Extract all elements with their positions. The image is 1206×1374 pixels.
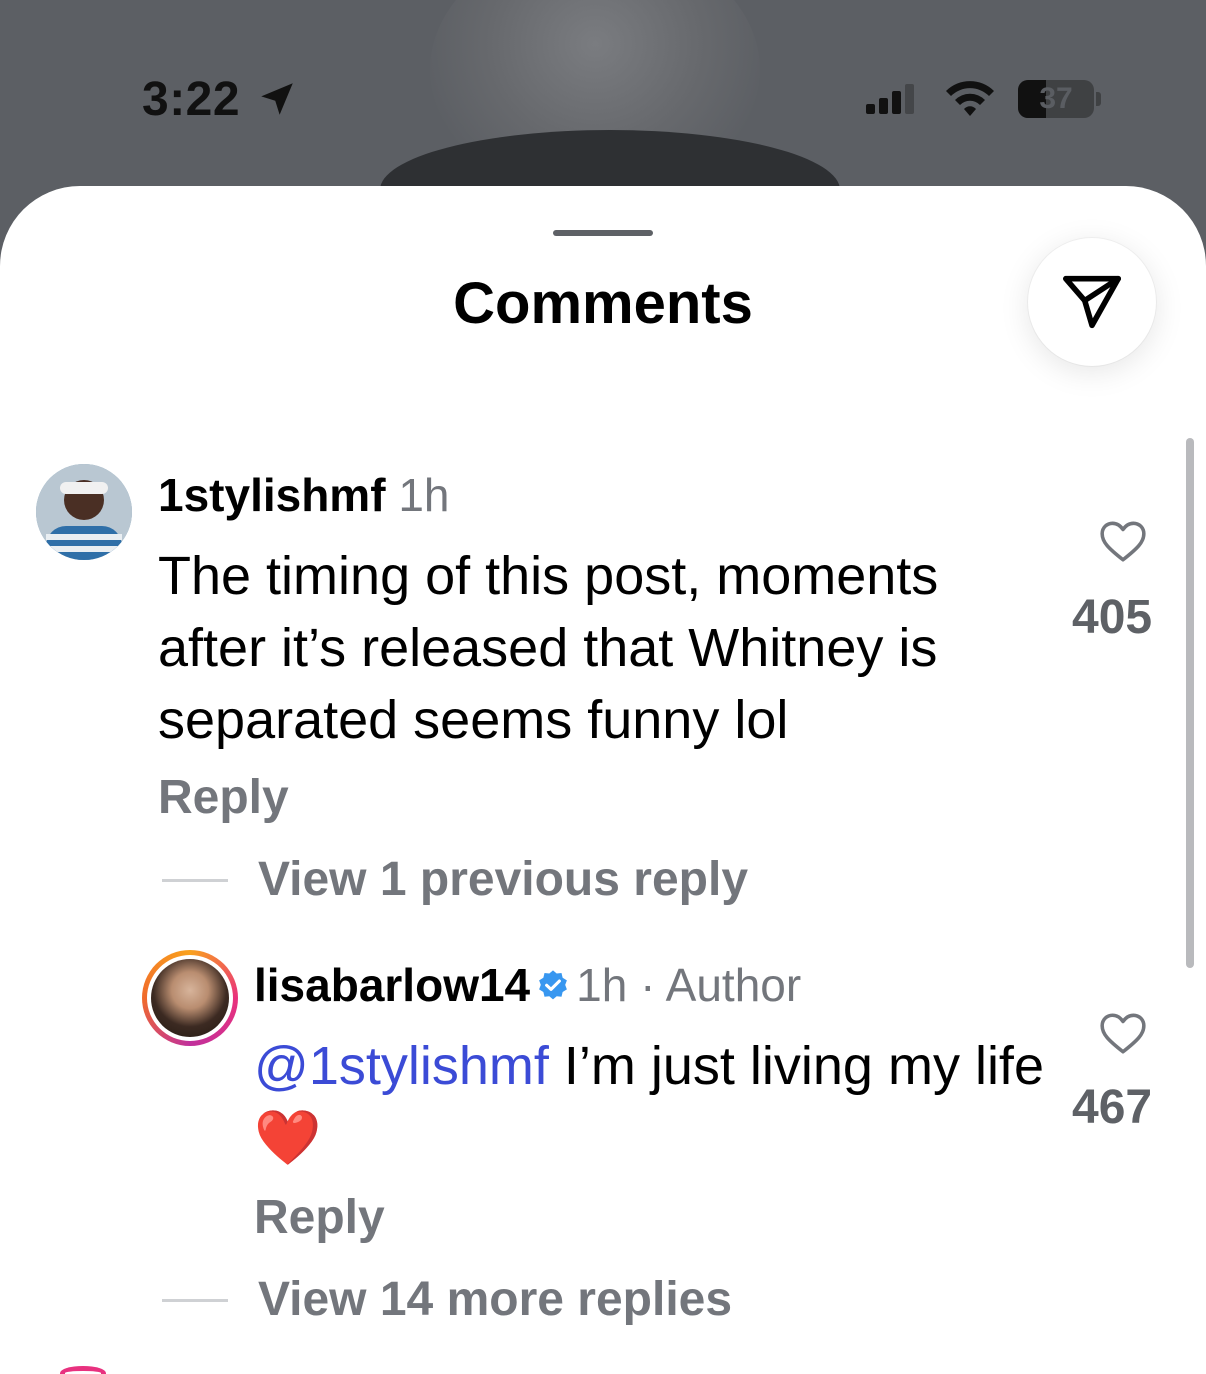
comment-text: The timing of this post, moments after i… [158, 546, 939, 750]
cellular-signal-icon [866, 84, 914, 114]
reply-button[interactable]: Reply [254, 1190, 385, 1245]
comment-username-line: lisabarlow14 1h · Author [254, 958, 801, 1012]
avatar-image [36, 464, 132, 560]
like-count: 467 [1072, 1081, 1153, 1134]
sheet-grabber-handle[interactable] [553, 230, 653, 236]
comment-timestamp-author: 1h · Author [576, 959, 802, 1011]
battery-indicator: 37 [1018, 80, 1094, 118]
share-button[interactable] [1028, 238, 1156, 366]
wifi-icon [946, 81, 994, 116]
comment-username[interactable]: lisabarlow14 [254, 959, 530, 1011]
avatar [147, 955, 233, 1041]
sheet-title: Comments [453, 271, 753, 336]
thread-line [162, 1299, 228, 1302]
comment-text: I’m just living my life [548, 1036, 1044, 1096]
heart-icon[interactable] [1098, 1010, 1148, 1056]
comment-text-container: @1stylishmf I’m just living my life ❤️ [254, 1030, 1064, 1174]
screen: 3:22 37 Comments 1stylishmf 1h The timin… [0, 0, 1206, 1374]
status-bar: 3:22 37 [0, 0, 1206, 190]
view-previous-replies[interactable]: View 1 previous reply [0, 852, 1206, 912]
battery-percent: 37 [1039, 82, 1073, 115]
verified-badge-icon [539, 970, 568, 1000]
location-arrow-icon [261, 83, 293, 115]
comment-mention[interactable]: @1stylishmf [254, 1036, 549, 1096]
avatar-story-ring[interactable] [142, 950, 238, 1046]
comment-timestamp: 1h [398, 469, 450, 521]
view-more-replies-label[interactable]: View 14 more replies [258, 1272, 732, 1327]
view-previous-replies-label[interactable]: View 1 previous reply [258, 852, 748, 907]
like-count: 405 [1072, 591, 1153, 644]
reply-button[interactable]: Reply [158, 770, 289, 825]
send-icon [1062, 275, 1122, 329]
thread-line [162, 879, 228, 882]
heart-emoji: ❤️ [254, 1108, 322, 1168]
battery-nub [1096, 92, 1101, 106]
status-time: 3:22 [142, 73, 241, 126]
comment-username[interactable]: 1stylishmf [158, 469, 386, 521]
avatar[interactable] [36, 464, 132, 560]
comment-username-line: 1stylishmf 1h [158, 468, 449, 522]
view-more-replies[interactable]: View 14 more replies [0, 1272, 1206, 1332]
avatar-image [151, 959, 229, 1037]
next-comment-avatar-peek [60, 1366, 106, 1374]
heart-icon[interactable] [1098, 518, 1148, 564]
